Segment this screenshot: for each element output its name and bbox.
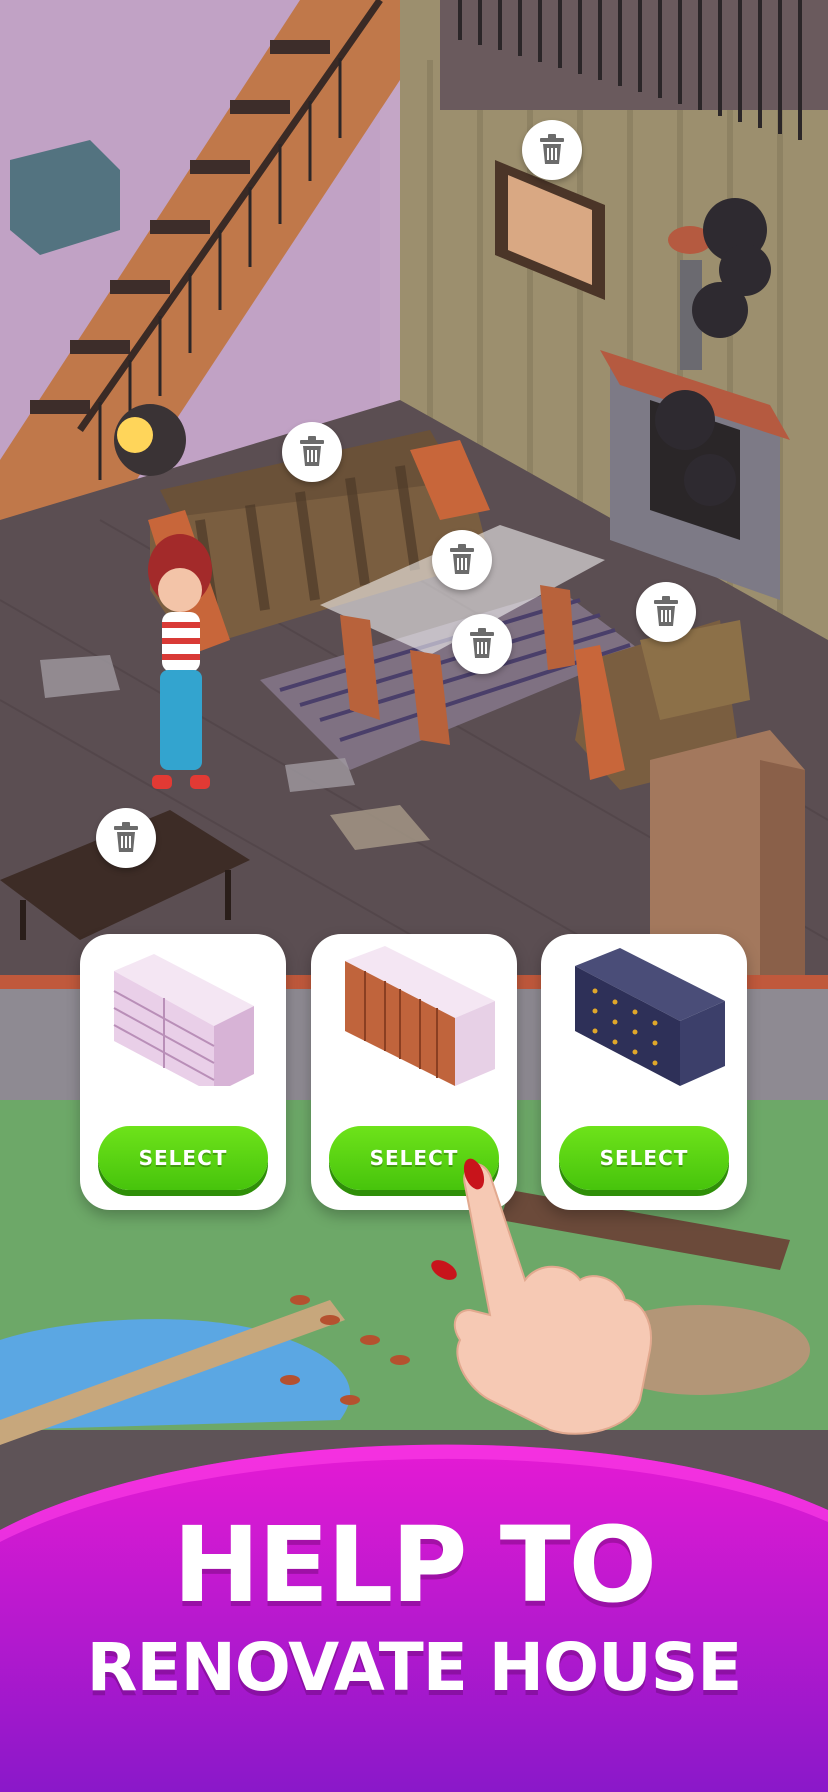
headline-line-2: RENOVATE HOUSE	[86, 1629, 743, 1706]
headline-line-1: HELP TO	[172, 1504, 657, 1626]
wooden-dresser-image	[345, 946, 495, 1086]
navy-dresser-image	[575, 948, 725, 1086]
trash-button-sofa[interactable]	[282, 422, 342, 482]
trash-icon	[470, 628, 494, 658]
select-button[interactable]: SELECT	[98, 1126, 268, 1190]
trash-icon	[654, 596, 678, 626]
trash-icon	[540, 134, 564, 164]
trash-button-table[interactable]	[432, 530, 492, 590]
trash-icon	[300, 436, 324, 466]
trash-icon	[114, 822, 138, 852]
trash-icon	[450, 544, 474, 574]
trash-button-coffee-table[interactable]	[96, 808, 156, 868]
trash-button-painting[interactable]	[522, 120, 582, 180]
pointing-hand-icon	[431, 1158, 652, 1435]
choice-card-pink-dresser[interactable]: SELECT	[80, 934, 286, 1210]
trash-button-armchair[interactable]	[636, 582, 696, 642]
pink-dresser-image	[113, 954, 254, 1086]
trash-button-rug[interactable]	[452, 614, 512, 674]
